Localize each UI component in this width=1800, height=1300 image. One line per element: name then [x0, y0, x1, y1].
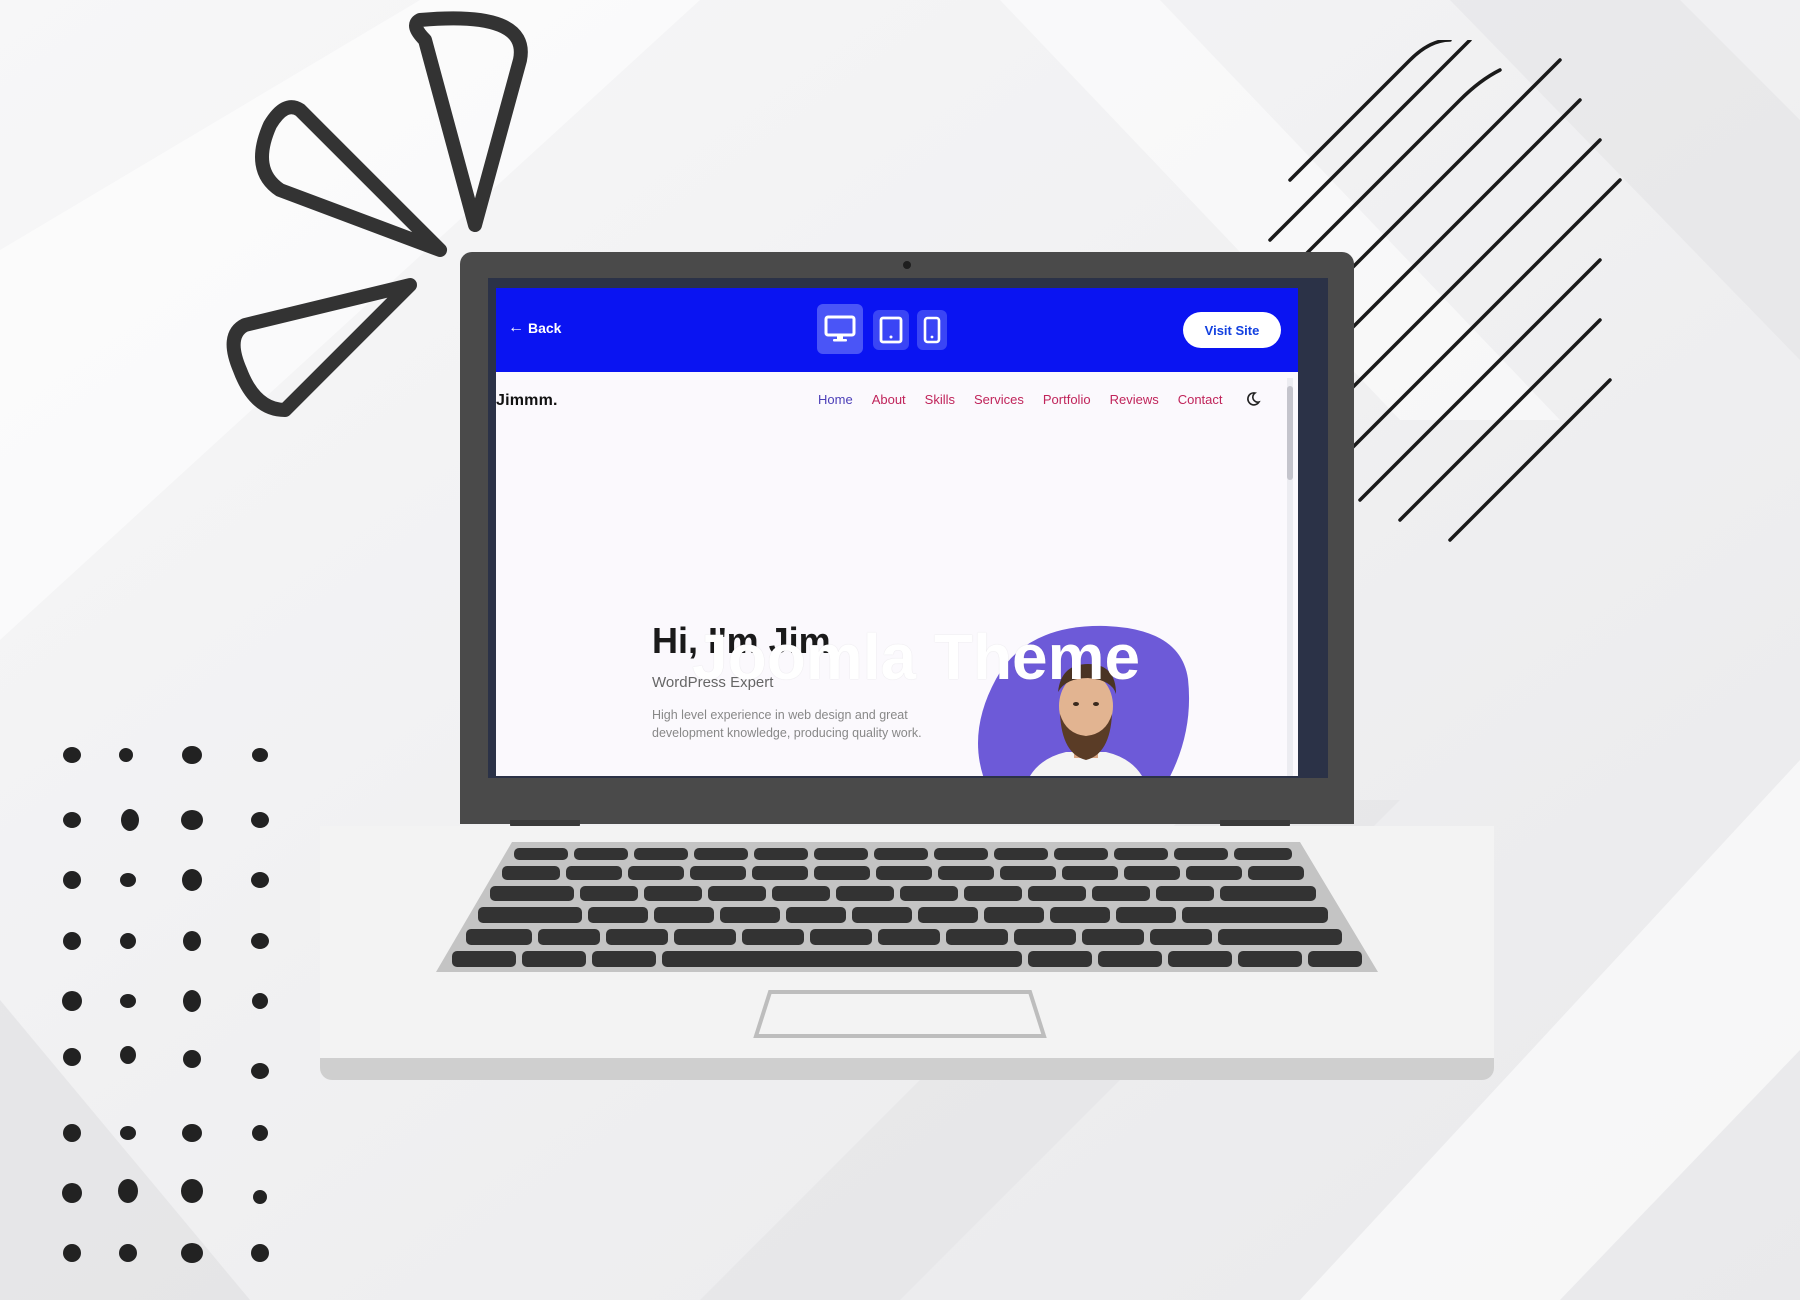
- overlay-title: Joomla Theme: [692, 621, 1141, 693]
- nav-item-about[interactable]: About: [872, 392, 906, 407]
- nav-item-portfolio[interactable]: Portfolio: [1043, 392, 1091, 407]
- moon-icon[interactable]: [1245, 391, 1261, 407]
- nav-item-contact[interactable]: Contact: [1178, 392, 1223, 407]
- nav-item-home[interactable]: Home: [818, 392, 853, 407]
- desktop-icon: [824, 315, 856, 342]
- dots-decoration: [62, 746, 269, 1263]
- keyboard: [436, 842, 1378, 1038]
- scrollbar-thumb[interactable]: [1287, 386, 1293, 480]
- site-nav: Home About Skills Services Portfolio Rev…: [818, 392, 1223, 407]
- mobile-view-button[interactable]: [917, 310, 947, 350]
- nav-item-services[interactable]: Services: [974, 392, 1024, 407]
- hero-description: High level experience in web design and …: [652, 708, 922, 740]
- tablet-icon: [879, 316, 903, 344]
- trackpad: [753, 990, 1047, 1038]
- preview-toolbar: ← Back Visit Site: [496, 288, 1298, 372]
- arrow-left-icon: ←: [508, 319, 524, 336]
- back-button[interactable]: ← Back: [508, 319, 562, 337]
- nav-item-skills[interactable]: Skills: [925, 392, 955, 407]
- back-label: Back: [528, 320, 562, 336]
- laptop-base-edge: [320, 1058, 1494, 1080]
- mobile-icon: [923, 316, 941, 344]
- site-brand[interactable]: Jimmm.: [496, 392, 558, 410]
- desktop-view-button[interactable]: [817, 304, 863, 354]
- webcam: [903, 261, 911, 269]
- visit-site-button[interactable]: Visit Site: [1183, 312, 1281, 348]
- tablet-view-button[interactable]: [873, 310, 909, 350]
- laptop-screen: ← Back Visit Site Jimmm. Home About Skil…: [496, 288, 1298, 776]
- nav-item-reviews[interactable]: Reviews: [1110, 392, 1159, 407]
